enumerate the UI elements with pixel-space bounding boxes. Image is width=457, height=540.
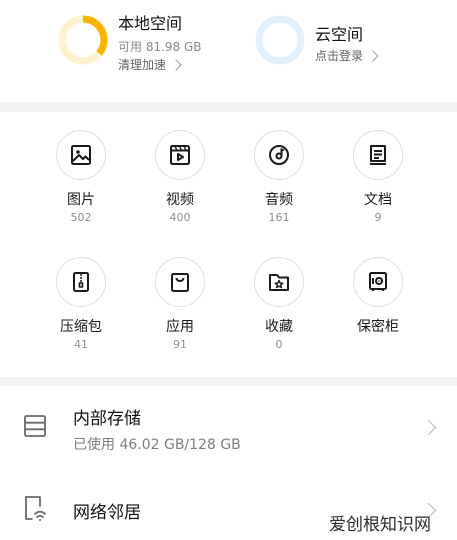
category-documents[interactable]: 文档 9	[328, 130, 428, 224]
audio-disc-icon	[254, 130, 304, 180]
category-label: 视频	[166, 192, 194, 208]
chevron-right-icon	[367, 49, 379, 62]
category-count: 502	[70, 211, 92, 224]
category-label: 文档	[364, 192, 392, 208]
cloud-storage-title: 云空间	[315, 25, 364, 44]
network-device-icon	[25, 496, 46, 521]
category-label: 压缩包	[60, 319, 102, 335]
category-count: 0	[275, 338, 283, 351]
clean-boost-label: 清理加速	[118, 58, 167, 72]
category-images[interactable]: 图片 502	[31, 130, 131, 224]
image-icon	[56, 130, 106, 180]
category-favorites[interactable]: 收藏 0	[229, 257, 329, 351]
category-label: 收藏	[265, 319, 293, 335]
category-count: 400	[169, 211, 191, 224]
category-label: 音频	[265, 192, 293, 208]
local-storage-title: 本地空间	[118, 14, 183, 33]
chevron-right-icon	[170, 58, 182, 71]
category-count: 91	[173, 338, 187, 351]
category-apps[interactable]: 应用 91	[130, 257, 230, 351]
app-bag-icon	[155, 257, 205, 307]
video-icon	[155, 130, 205, 180]
favorite-folder-icon	[254, 257, 304, 307]
category-count: 41	[74, 338, 88, 351]
category-videos[interactable]: 视频 400	[130, 130, 230, 224]
zip-archive-icon	[56, 257, 106, 307]
chevron-right-icon	[420, 419, 437, 436]
category-safe-box[interactable]: 保密柜	[328, 257, 428, 338]
cloud-login-label: 点击登录	[315, 49, 364, 63]
category-count: 161	[268, 211, 290, 224]
category-archives[interactable]: 压缩包 41	[31, 257, 131, 351]
category-audio[interactable]: 音频 161	[229, 130, 329, 224]
section-divider	[0, 102, 457, 112]
local-storage-available: 可用 81.98 GB	[118, 40, 202, 54]
clean-boost-link[interactable]: 清理加速	[118, 56, 182, 73]
cloud-login-link[interactable]: 点击登录	[315, 47, 379, 64]
internal-storage-usage: 已使用 46.02 GB/128 GB	[73, 437, 241, 453]
internal-storage-row[interactable]: 内部存储 已使用 46.02 GB/128 GB	[0, 386, 457, 466]
local-storage-ring	[58, 15, 108, 65]
category-label: 图片	[67, 192, 95, 208]
document-icon	[353, 130, 403, 180]
cloud-storage-ring	[255, 15, 305, 65]
section-divider	[0, 377, 457, 386]
category-count: 9	[374, 211, 382, 224]
watermark-text: 爱创根知识网	[329, 515, 431, 535]
category-label: 保密柜	[357, 319, 399, 335]
category-label: 应用	[166, 319, 194, 335]
network-neighbor-title: 网络邻居	[73, 503, 141, 523]
safe-box-icon	[353, 257, 403, 307]
storage-list-icon	[24, 415, 46, 437]
internal-storage-title: 内部存储	[73, 409, 141, 429]
